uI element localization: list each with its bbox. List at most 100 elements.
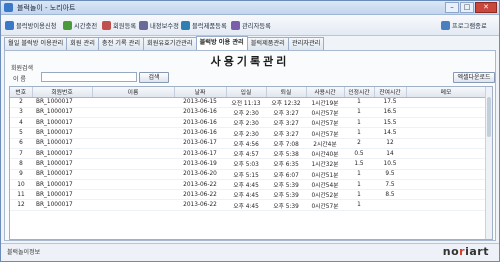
- toolbar-item-product[interactable]: 블럭제품등록: [181, 18, 227, 32]
- tab-charge-history[interactable]: 충전 기록 관리: [97, 37, 145, 50]
- table-cell: 9: [10, 169, 32, 180]
- table-row[interactable]: 11 BR_1000017 2013-06-22 오후 4:45 오후 5:39 0시간5…: [10, 189, 486, 201]
- toolbar-item-member[interactable]: 회원등록: [102, 18, 136, 32]
- table-cell: 8.5: [374, 189, 406, 201]
- table-cell: 오후 5:38: [266, 148, 306, 160]
- table-cell: 오후 4:45: [226, 179, 266, 191]
- table-cell: BR_1000017: [32, 169, 92, 180]
- toolbar-item-label: 회원등록: [113, 22, 137, 30]
- tab-usage-management[interactable]: 블럭방 이용 관리: [195, 36, 248, 50]
- usage-record-grid[interactable]: 번호 회원번호 이름 날짜 입실 퇴실 사용시간 인정시간 잔여시간 메모 2 BR_1000017…: [9, 86, 493, 240]
- table-cell: 2013-06-22: [174, 179, 226, 191]
- tab-admin-management[interactable]: 관리자관리: [287, 37, 325, 50]
- table-cell: BR_1000017: [32, 148, 92, 160]
- table-cell: BR_1000017: [32, 97, 92, 108]
- table-cell: 오후 3:27: [266, 127, 306, 139]
- table-cell: 1: [344, 117, 374, 129]
- vertical-scrollbar[interactable]: [485, 87, 492, 239]
- toolbar-item-label: 관리자등록: [242, 22, 271, 30]
- table-row[interactable]: 2 BR_1000017 2013-06-15 오전 11:13 오후 12:32 1시간…: [10, 97, 486, 108]
- table-cell: [92, 107, 174, 119]
- table-cell: 1: [344, 169, 374, 180]
- table-cell: 오후 3:27: [266, 107, 306, 119]
- column-header[interactable]: 이름: [92, 87, 175, 98]
- table-cell: 오후 5:39: [266, 179, 306, 191]
- column-header[interactable]: 사용시간: [306, 87, 345, 98]
- table-cell: 오후 4:45: [226, 189, 266, 201]
- status-text: 블럭놀이정보: [7, 249, 41, 256]
- toolbar-item-booking[interactable]: 블럭방이용신청: [5, 18, 57, 32]
- table-cell: 3: [10, 107, 32, 119]
- table-cell: 9.5: [374, 169, 406, 180]
- table-cell: 12: [374, 138, 406, 149]
- table-cell: 2시간4분: [306, 138, 344, 149]
- table-cell: 오후 6:35: [266, 158, 306, 170]
- table-cell: [92, 117, 174, 129]
- product-icon: [181, 20, 190, 30]
- table-cell: [92, 138, 174, 149]
- table-cell: 7: [10, 148, 32, 160]
- column-header[interactable]: 날짜: [174, 87, 227, 98]
- table-row[interactable]: 12 BR_1000017 2013-06-22 오후 4:45 오후 5:39 0시간5…: [10, 199, 486, 211]
- app-icon: [4, 3, 13, 12]
- exit-program-button[interactable]: 프로그램종료: [441, 18, 487, 32]
- tab-product-management[interactable]: 블럭제품관리: [246, 37, 289, 50]
- column-header[interactable]: 메모: [406, 87, 487, 98]
- table-cell: 1: [344, 199, 374, 211]
- table-row[interactable]: 10 BR_1000017 2013-06-22 오후 4:45 오후 5:39 0시간5…: [10, 179, 486, 191]
- table-cell: 1.5: [344, 158, 374, 170]
- table-cell: 오후 3:27: [266, 117, 306, 129]
- tab-member-management[interactable]: 회원 관리: [66, 37, 99, 50]
- table-row[interactable]: 8 BR_1000017 2013-06-19 오후 5:03 오후 6:35 1시간32…: [10, 158, 486, 170]
- table-cell: [92, 148, 174, 160]
- toolbar-item-profile[interactable]: 내정보수정: [139, 18, 179, 32]
- name-search-input[interactable]: [41, 72, 137, 82]
- table-cell: 0시간57분: [306, 107, 344, 119]
- column-header[interactable]: 잔여시간: [374, 87, 407, 98]
- title-bar: 블럭놀이 - 노리아트 – □ ✕: [1, 1, 499, 15]
- scrollbar-thumb[interactable]: [487, 97, 491, 137]
- close-button[interactable]: ✕: [475, 2, 497, 13]
- table-row[interactable]: 9 BR_1000017 2013-06-20 오후 5:15 오후 6:07 0시간51…: [10, 169, 486, 180]
- table-cell: 2013-06-15: [174, 97, 226, 108]
- table-row[interactable]: 3 BR_1000017 2013-06-16 오후 2:30 오후 3:27 0시간57…: [10, 107, 486, 119]
- table-cell: [406, 107, 486, 119]
- table-cell: 오전 11:13: [226, 97, 266, 108]
- tab-daily-usage[interactable]: 월일 블럭방 이용관리: [4, 37, 68, 50]
- tab-membership-period[interactable]: 회원유효기간관리: [143, 37, 197, 50]
- table-cell: 16.5: [374, 107, 406, 119]
- table-cell: 2013-06-16: [174, 117, 226, 129]
- minimize-button[interactable]: –: [445, 2, 459, 13]
- maximize-button[interactable]: □: [460, 2, 474, 13]
- table-cell: 1시간32분: [306, 158, 344, 170]
- excel-download-button[interactable]: 엑셀다운로드: [453, 72, 495, 83]
- table-cell: BR_1000017: [32, 189, 92, 201]
- column-header[interactable]: 인정시간: [344, 87, 375, 98]
- noriart-logo: noriart: [443, 245, 489, 258]
- table-cell: 2013-06-20: [174, 169, 226, 180]
- member-icon: [102, 20, 111, 30]
- table-cell: 2013-06-16: [174, 107, 226, 119]
- table-cell: [406, 127, 486, 139]
- table-cell: 1: [344, 127, 374, 139]
- table-cell: 0시간54분: [306, 179, 344, 191]
- table-row[interactable]: 6 BR_1000017 2013-06-17 오후 4:56 오후 7:08 2시간4분…: [10, 138, 486, 149]
- table-cell: 오후 4:45: [226, 199, 266, 211]
- column-header[interactable]: 입실: [226, 87, 267, 98]
- table-cell: 오후 5:15: [226, 169, 266, 180]
- table-cell: 2: [344, 138, 374, 149]
- table-row[interactable]: 7 BR_1000017 2013-06-17 오후 4:57 오후 5:38 0시간40…: [10, 148, 486, 160]
- table-cell: [92, 97, 174, 108]
- exit-icon: [441, 20, 450, 30]
- table-cell: [92, 199, 174, 211]
- toolbar-item-label: 시간충전: [74, 22, 98, 30]
- table-row[interactable]: 4 BR_1000017 2013-06-16 오후 2:30 오후 3:27 0시간57…: [10, 117, 486, 129]
- column-header[interactable]: 회원번호: [32, 87, 93, 98]
- column-header[interactable]: 번호: [10, 87, 33, 98]
- toolbar-item-admin[interactable]: 관리자등록: [231, 18, 271, 32]
- table-cell: 오후 4:56: [226, 138, 266, 149]
- toolbar-item-charge[interactable]: 시간충전: [63, 18, 97, 32]
- table-row[interactable]: 5 BR_1000017 2013-06-16 오후 2:30 오후 3:27 0시간57…: [10, 127, 486, 139]
- search-button[interactable]: 검색: [139, 72, 169, 83]
- column-header[interactable]: 퇴실: [266, 87, 307, 98]
